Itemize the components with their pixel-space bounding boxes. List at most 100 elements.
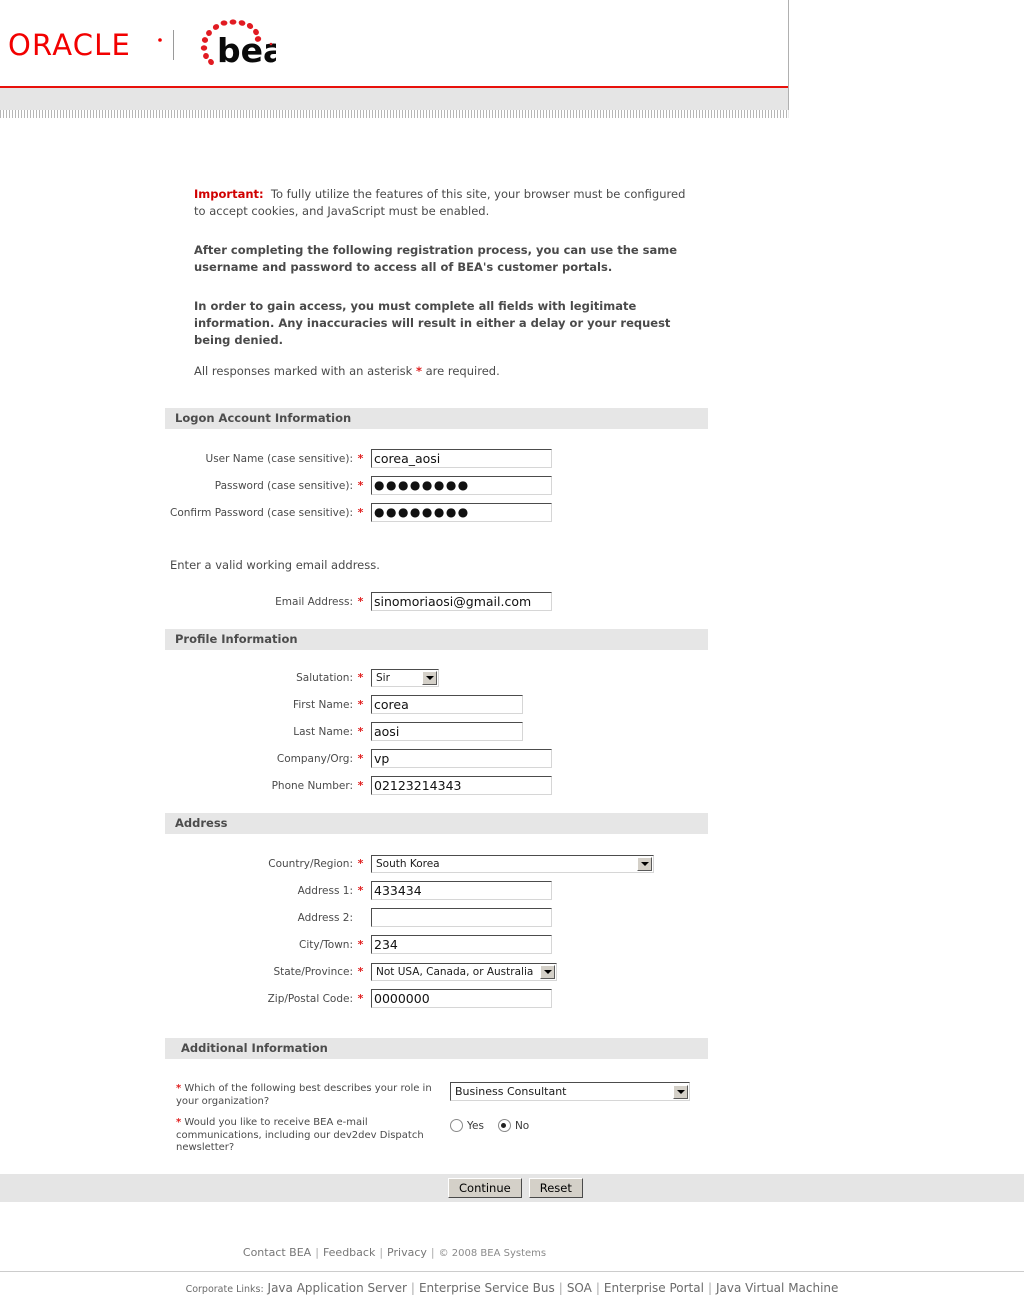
- chevron-down-icon[interactable]: [422, 670, 437, 685]
- password-required-marker: *: [357, 479, 364, 492]
- field-row-zip: Zip/Postal Code: *: [0, 985, 655, 1012]
- profile-fields-table: Salutation: * Sir First Name: * Last Nam…: [0, 664, 553, 799]
- continue-button[interactable]: Continue: [448, 1177, 522, 1198]
- important-text: To fully utilize the features of this si…: [194, 187, 686, 218]
- last-name-input[interactable]: [371, 722, 523, 741]
- role-question-cell: * Which of the following best describes …: [175, 1081, 442, 1109]
- footer-divider: [0, 1270, 1024, 1272]
- corp-separator: |: [707, 1280, 712, 1295]
- bea-logo: bea: [200, 19, 276, 68]
- city-label: City/Town:: [299, 938, 353, 951]
- corp-separator: |: [595, 1280, 600, 1295]
- field-row-state: State/Province: * Not USA, Canada, or Au…: [0, 958, 655, 985]
- footer-links: Contact BEA | Feedback | Privacy | © 2008 BEA …: [0, 1246, 789, 1259]
- country-select[interactable]: South Korea: [371, 854, 654, 873]
- field-row-email: Email Address: *: [0, 588, 553, 615]
- salutation-select[interactable]: Sir: [371, 668, 439, 687]
- phone-label: Phone Number:: [271, 779, 353, 792]
- company-input[interactable]: [371, 749, 552, 768]
- footer-separator: |: [379, 1245, 384, 1259]
- field-row-username: User Name (case sensitive): *: [0, 445, 553, 472]
- username-label: User Name (case sensitive):: [205, 452, 353, 465]
- additional-fields-table: * Which of the following best describes …: [175, 1081, 691, 1156]
- email-label: Email Address:: [275, 595, 353, 608]
- corporate-links-prefix: Corporate Links:: [185, 1283, 264, 1295]
- zip-required-marker: *: [357, 992, 364, 1005]
- corp-link-java-virtual-machine[interactable]: Java Virtual Machine: [716, 1281, 838, 1295]
- email-helper-text: Enter a valid working email address.: [170, 558, 380, 572]
- confirm-password-required-marker: *: [357, 506, 364, 519]
- first-name-required-marker: *: [357, 698, 364, 711]
- confirm-password-input[interactable]: [371, 503, 552, 522]
- optin-required-marker: *: [176, 1117, 182, 1128]
- company-label: Company/Org:: [276, 752, 353, 765]
- email-input[interactable]: [371, 592, 552, 611]
- last-name-label: Last Name:: [293, 725, 353, 738]
- role-required-marker: *: [176, 1083, 182, 1094]
- form-action-bar: Continue Reset: [0, 1173, 1024, 1202]
- section-header-logon: Logon Account Information: [165, 408, 708, 429]
- important-label: Important:: [194, 187, 264, 201]
- access-paragraph: In order to gain access, you must comple…: [194, 299, 671, 347]
- footer-link-contact-bea[interactable]: Contact BEA: [243, 1246, 311, 1259]
- last-name-required-marker: *: [357, 725, 364, 738]
- optin-radio-group[interactable]: Yes No: [450, 1119, 690, 1132]
- chevron-down-icon[interactable]: [540, 964, 555, 979]
- field-row-address2: Address 2:: [0, 904, 655, 931]
- city-required-marker: *: [357, 938, 364, 951]
- address1-required-marker: *: [357, 884, 364, 897]
- field-row-email-optin: * Would you like to receive BEA e-mail c…: [175, 1109, 691, 1156]
- optin-no-label: No: [514, 1119, 530, 1132]
- role-select[interactable]: Business Consultant: [450, 1082, 690, 1101]
- field-row-phone: Phone Number: *: [0, 772, 553, 799]
- footer-separator: |: [430, 1245, 435, 1259]
- svg-text:bea: bea: [217, 31, 276, 68]
- field-row-company: Company/Org: *: [0, 745, 553, 772]
- email-required-marker: *: [357, 595, 364, 608]
- corp-link-enterprise-service-bus[interactable]: Enterprise Service Bus: [419, 1281, 555, 1295]
- corp-link-enterprise-portal[interactable]: Enterprise Portal: [604, 1281, 704, 1295]
- phone-input[interactable]: [371, 776, 552, 795]
- salutation-required-marker: *: [357, 671, 364, 684]
- address2-required-marker: [353, 904, 368, 931]
- state-label: State/Province:: [273, 965, 353, 978]
- address2-input[interactable]: [371, 908, 552, 927]
- registration-paragraph: After completing the following registrat…: [194, 243, 678, 274]
- logo-row: ORACLE bea: [0, 0, 788, 86]
- optin-no-radio[interactable]: [497, 1119, 511, 1132]
- asterisk-note: All responses marked with an asterisk * …: [194, 363, 694, 380]
- oracle-logo: ORACLE: [8, 28, 162, 62]
- corp-link-java-application-server[interactable]: Java Application Server: [268, 1281, 407, 1295]
- asterisk-mark: *: [415, 364, 422, 378]
- reset-button[interactable]: Reset: [528, 1177, 583, 1198]
- page-header: ORACLE bea: [0, 0, 789, 118]
- corp-link-soa[interactable]: SOA: [567, 1281, 592, 1295]
- footer-link-feedback[interactable]: Feedback: [323, 1246, 375, 1259]
- footer-link-privacy[interactable]: Privacy: [387, 1246, 427, 1259]
- corp-separator: |: [410, 1280, 415, 1295]
- state-select[interactable]: Not USA, Canada, or Australia: [371, 962, 557, 981]
- role-question-text: Which of the following best describes yo…: [176, 1083, 432, 1107]
- first-name-input[interactable]: [371, 695, 523, 714]
- optin-yes-radio[interactable]: [450, 1119, 463, 1132]
- first-name-label: First Name:: [293, 698, 353, 711]
- username-input[interactable]: [371, 449, 552, 468]
- main-content: Important: To fully utilize the features…: [0, 118, 1024, 1295]
- logon-fields-table: User Name (case sensitive): * Password (…: [0, 445, 553, 526]
- footer-copyright: © 2008 BEA Systems: [438, 1247, 547, 1259]
- chevron-down-icon[interactable]: [637, 856, 652, 871]
- corporate-links: Corporate Links: Java Application Server…: [0, 1281, 1024, 1295]
- password-input[interactable]: [371, 476, 552, 495]
- address1-input[interactable]: [371, 881, 552, 900]
- asterisk-note-before: All responses marked with an asterisk: [194, 364, 413, 378]
- username-required-marker: *: [357, 452, 364, 465]
- chevron-down-icon[interactable]: [673, 1084, 688, 1099]
- intro-block: Important: To fully utilize the features…: [0, 118, 694, 380]
- country-label: Country/Region:: [268, 857, 353, 870]
- role-selected-value: Business Consultant: [455, 1084, 567, 1098]
- city-input[interactable]: [371, 935, 552, 954]
- optin-yes-label: Yes: [467, 1119, 484, 1132]
- zip-input[interactable]: [371, 989, 552, 1008]
- section-header-address: Address: [165, 813, 708, 834]
- field-row-address1: Address 1: *: [0, 877, 655, 904]
